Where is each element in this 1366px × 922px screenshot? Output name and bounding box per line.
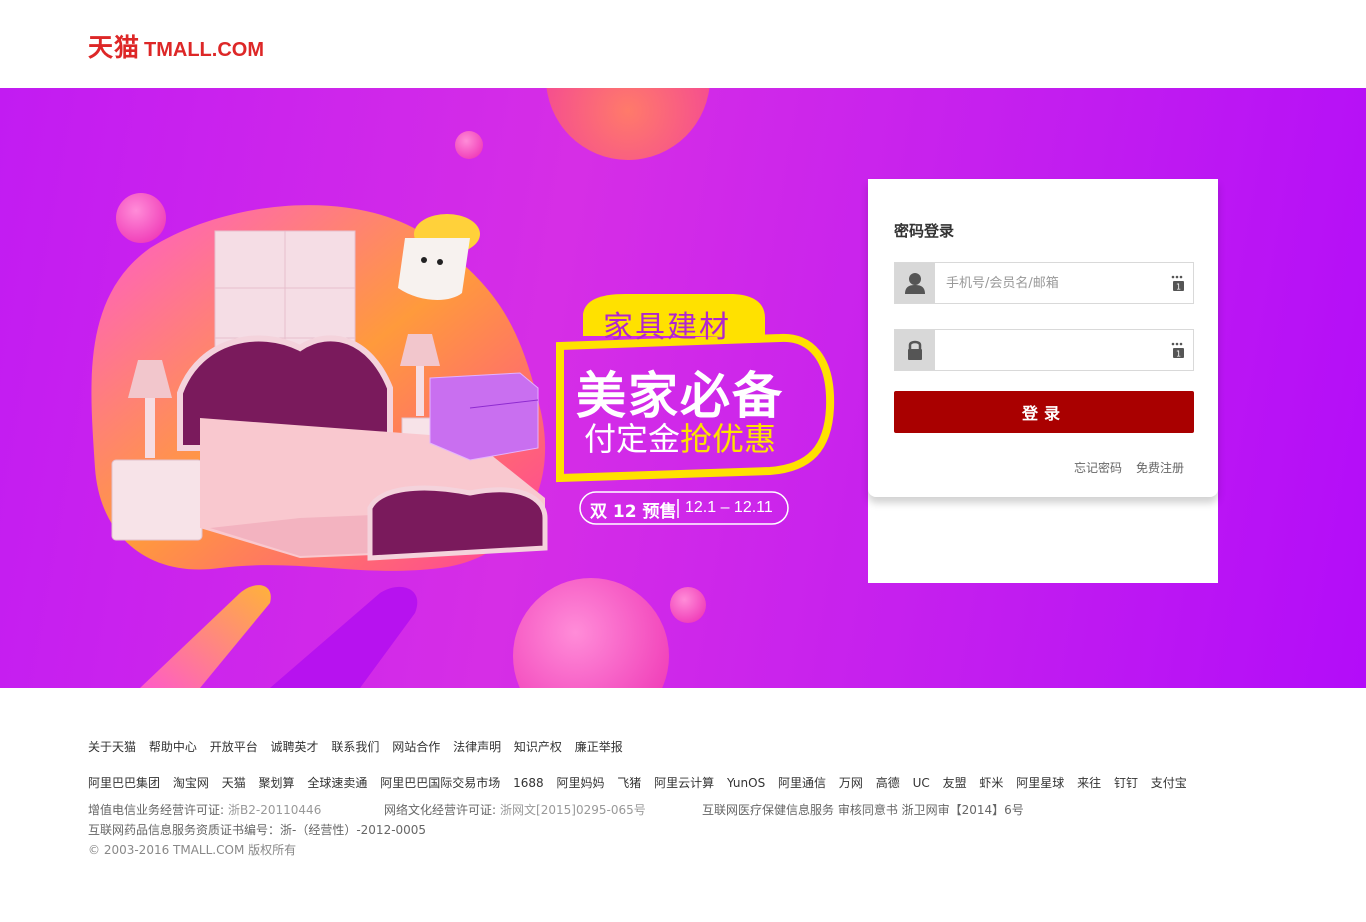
decor-ball [546,88,710,160]
register-link[interactable]: 免费注册 [1136,459,1184,476]
decor-stripe [140,585,271,688]
footer-link[interactable]: 网站合作 [392,740,440,754]
keyboard-icon[interactable]: 1 [1171,275,1185,291]
culture-license: 网络文化经营许可证: 浙网文[2015]0295-065号 [384,801,646,818]
decor-stripe [270,586,418,688]
culture-label: 网络文化经营许可证: [384,803,497,817]
copyright: © 2003-2016 TMALL.COM 版权所有 [88,843,297,857]
partner-link[interactable]: 来往 [1077,776,1101,790]
username-input[interactable] [936,263,1176,303]
footer-link[interactable]: 知识产权 [514,740,562,754]
purple-drawer [429,372,539,461]
partner-link[interactable]: 钉钉 [1114,776,1138,790]
footer-link[interactable]: 开放平台 [210,740,258,754]
user-icon [895,263,935,303]
partner-link[interactable]: 高德 [876,776,900,790]
footer-link[interactable]: 诚聘英才 [271,740,319,754]
footer-link[interactable]: 帮助中心 [149,740,197,754]
banner-tag: 家具建材 [603,310,731,345]
partner-link[interactable]: 阿里妈妈 [556,776,604,790]
medical-license[interactable]: 互联网医疗保健信息服务 审核同意书 浙卫网审【2014】6号 [702,801,1024,818]
icp-license: 增值电信业务经营许可证: 浙B2-20110446 [88,801,321,818]
partner-link[interactable]: 淘宝网 [173,776,209,790]
culture-value[interactable]: 浙网文[2015]0295-065号 [500,803,646,817]
footer-link[interactable]: 联系我们 [331,740,379,754]
partner-links: 阿里巴巴集团 淘宝网 天猫 聚划算 全球速卖通 阿里巴巴国际交易市场 1688 … [88,774,1196,791]
left-nightstand [111,459,203,541]
decor-ball [116,193,166,243]
partner-link[interactable]: 阿里云计算 [654,776,714,790]
footer-link[interactable]: 关于天猫 [88,740,136,754]
footer-link[interactable]: 廉正举报 [575,740,623,754]
forgot-password-link[interactable]: 忘记密码 [1074,459,1122,476]
footer-links: 关于天猫 帮助中心 开放平台 诚聘英才 联系我们 网站合作 法律声明 知识产权 … [88,738,632,755]
icp-value[interactable]: 浙B2-20110446 [228,803,321,817]
login-button[interactable]: 登录 [894,391,1194,433]
partner-link[interactable]: UC [913,776,930,790]
password-field[interactable]: 1 [894,329,1194,371]
logo-english: TMALL.COM [144,39,264,61]
svg-text:1: 1 [1176,350,1181,359]
site-header: 天猫 TMALL.COM [0,0,1366,88]
partner-link[interactable]: 全球速卖通 [307,776,367,790]
partner-link[interactable]: 支付宝 [1151,776,1187,790]
partner-link[interactable]: 阿里巴巴集团 [88,776,160,790]
partner-link[interactable]: 飞猪 [617,776,641,790]
login-panel: 密码登录 1 [868,179,1218,583]
partner-link[interactable]: 虾米 [979,776,1003,790]
drug-license: 互联网药品信息服务资质证书编号：浙-（经营性）-2012-0005 [88,823,427,837]
partner-link[interactable]: 聚划算 [259,776,295,790]
password-input[interactable] [936,330,1176,370]
partner-link[interactable]: YunOS [727,776,765,790]
decor-ball [513,578,669,688]
footer-link[interactable]: 法律声明 [453,740,501,754]
logo-chinese: 天猫 [88,33,141,62]
decor-ball [670,587,706,623]
partner-link[interactable]: 天猫 [222,776,246,790]
tmall-logo[interactable]: 天猫 TMALL.COM [88,28,264,62]
username-field[interactable]: 1 [894,262,1194,304]
promo-dates: 12.1 – 12.11 [685,499,773,516]
partner-link[interactable]: 1688 [513,776,544,790]
login-card: 密码登录 1 [868,179,1218,497]
lock-icon [895,330,935,370]
keyboard-icon[interactable]: 1 [1171,342,1185,358]
bed-footboard [367,485,548,561]
banner-subline: 付定金抢优惠 [584,414,776,460]
partner-link[interactable]: 阿里星球 [1016,776,1064,790]
partner-link[interactable]: 万网 [839,776,863,790]
icp-label: 增值电信业务经营许可证: [88,803,225,817]
svg-text:1: 1 [1176,283,1181,292]
mushroom-mascot [398,238,470,300]
subline-highlight: 抢优惠 [680,420,777,458]
promo-label: 双 12 预售 [590,502,677,522]
decor-ball [455,131,483,159]
partner-link[interactable]: 阿里巴巴国际交易市场 [380,776,500,790]
partner-link[interactable]: 友盟 [943,776,967,790]
login-title: 密码登录 [894,222,955,240]
partner-link[interactable]: 阿里通信 [778,776,826,790]
subline-prefix: 付定金 [584,420,681,458]
